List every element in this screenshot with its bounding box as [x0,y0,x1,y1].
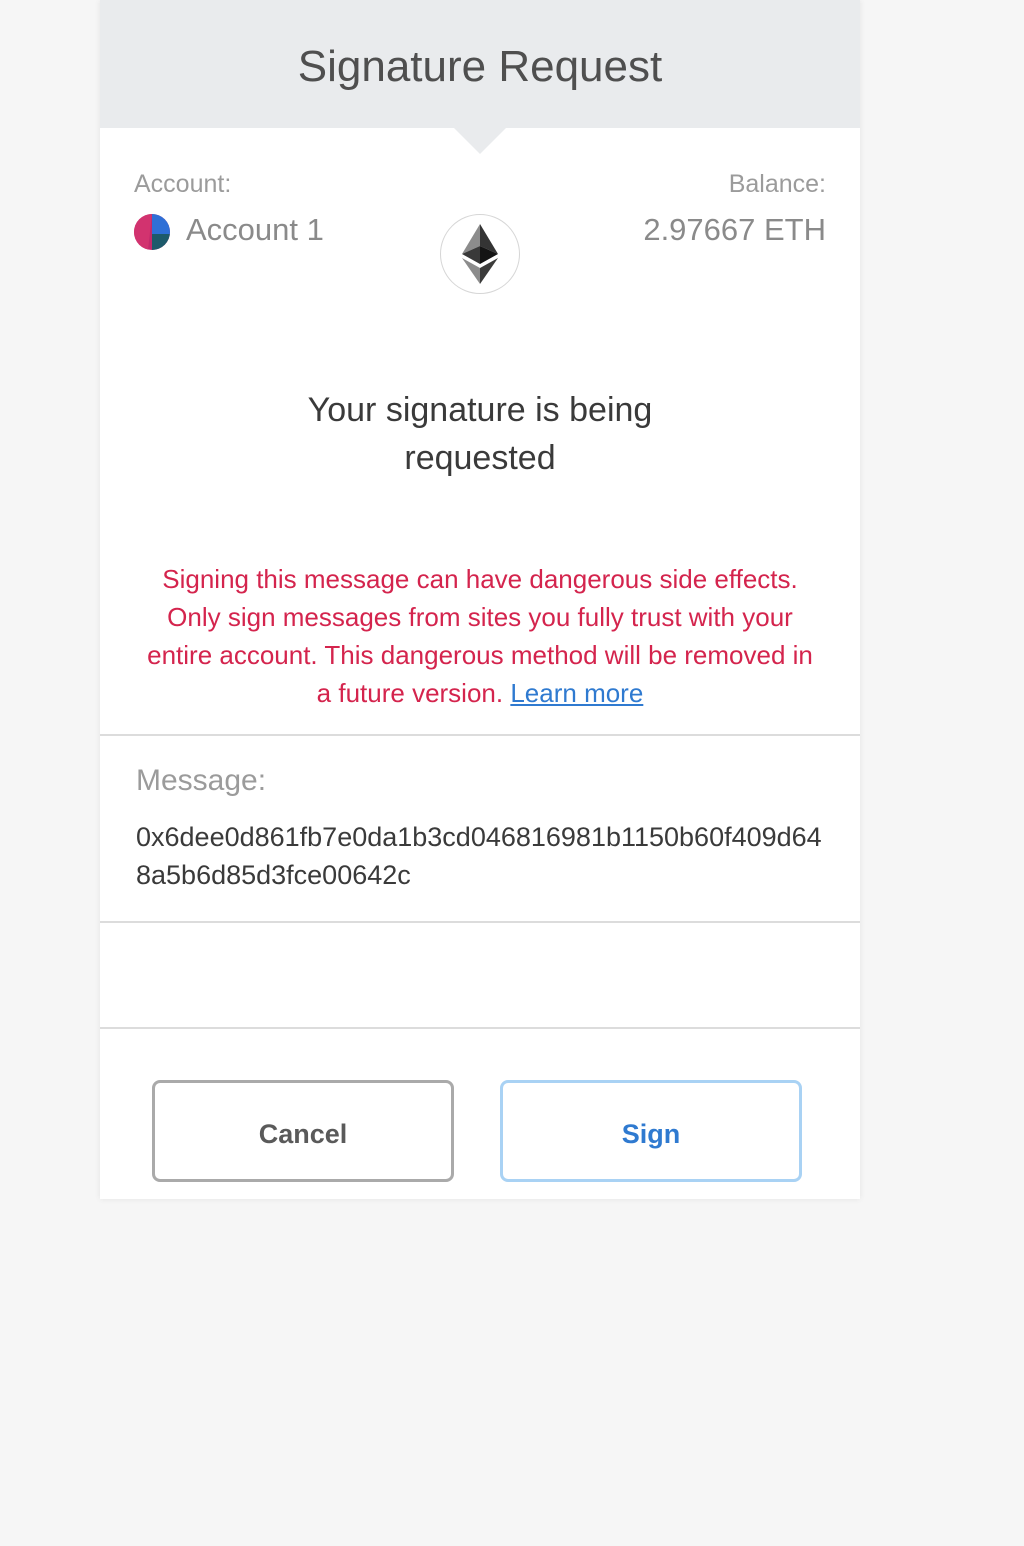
warning-line3: entire account. This dangerous method wi… [147,640,813,670]
warning-line4-wrap: a future version. Learn more [100,674,860,712]
divider [100,921,860,923]
balance-label: Balance: [728,170,826,198]
avatar [134,214,170,250]
sign-button[interactable]: Sign [500,1080,802,1182]
warning-text: Signing this message can have dangerous … [100,560,860,712]
message-value: 0x6dee0d861fb7e0da1b3cd046816981b1150b60… [136,822,822,890]
cancel-button[interactable]: Cancel [152,1080,454,1182]
divider [100,734,860,736]
warning-line1: Signing this message can have dangerous … [162,564,798,594]
ethereum-icon [440,214,520,294]
warning-line2: Only sign messages from sites you fully … [167,602,793,632]
balance-value: 2.97667 ETH [643,212,826,247]
page-title: Signature Request [297,42,663,91]
request-heading-line1: Your signature is being [307,391,653,429]
header: Signature Request [100,0,860,128]
learn-more-link[interactable]: Learn more [510,678,643,708]
request-heading-line2: requested [404,439,556,477]
header-notch [454,128,506,154]
account-label: Account: [134,170,232,198]
signature-request-panel: Signature Request Account: Account 1 Bal… [100,0,860,1199]
account-name: Account 1 [186,212,324,247]
request-heading: Your signature is being requested [100,386,860,482]
divider [100,1027,860,1029]
warning-line4: a future version. [316,678,504,708]
message-label: Message: [136,764,267,797]
